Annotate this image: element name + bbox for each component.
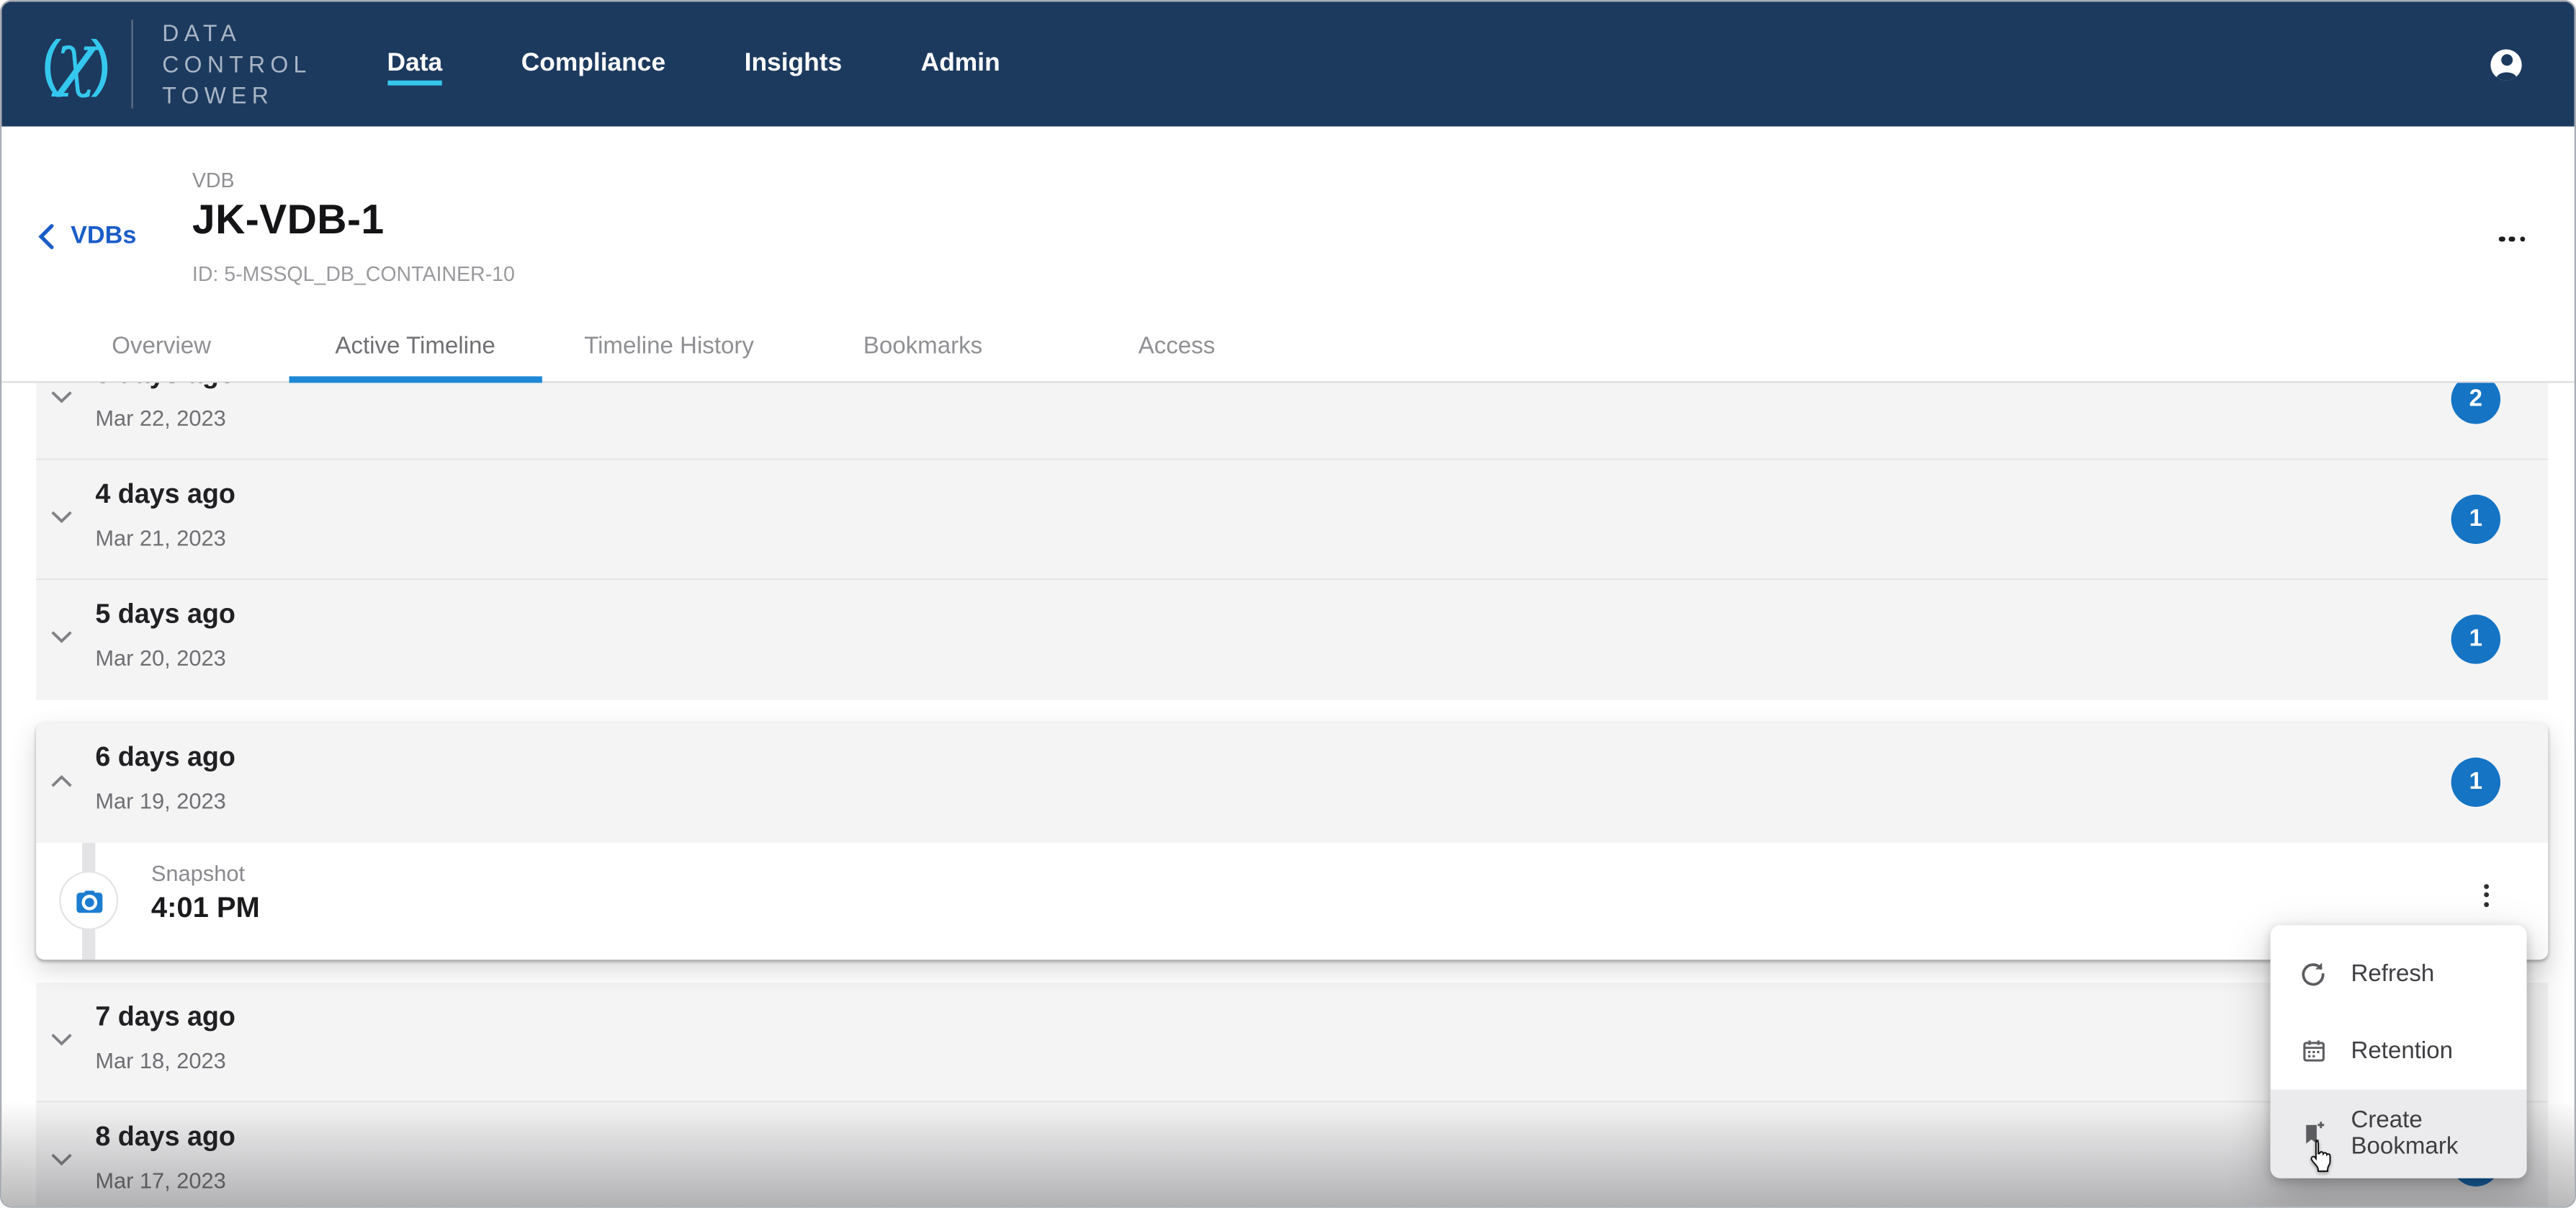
tab-active-timeline[interactable]: Active Timeline: [288, 322, 542, 380]
group-date: Mar 18, 2023: [95, 1047, 226, 1072]
group-date: Mar 20, 2023: [95, 645, 226, 669]
snapshot-context-menu: Refresh Retention Create Bookmark: [2271, 925, 2527, 1178]
brand-wordmark: DATA CONTROL TOWER: [162, 18, 311, 110]
menu-item-create-bookmark[interactable]: Create Bookmark: [2271, 1089, 2527, 1178]
top-navbar: (χ) DATA CONTROL TOWER Data Compliance I…: [1, 1, 2574, 126]
nav-item-compliance[interactable]: Compliance: [521, 1, 665, 126]
page-title: JK-VDB-1: [192, 197, 385, 245]
timeline-group-row[interactable]: 7 days ago Mar 18, 2023: [36, 982, 2548, 1102]
count-badge: 1: [2451, 495, 2500, 544]
nav-item-data[interactable]: Data: [387, 1, 443, 126]
menu-item-label: Retention: [2351, 1038, 2453, 1065]
expanded-timeline-group: 6 days ago Mar 19, 2023 1 Snapshot 4:01 …: [36, 722, 2548, 959]
snapshot-entry-row[interactable]: Snapshot 4:01 PM: [36, 842, 2548, 959]
entry-kind-label: Snapshot: [151, 860, 245, 885]
camera-icon: [71, 883, 106, 918]
snapshot-actions-button[interactable]: [2479, 878, 2494, 912]
chevron-down-icon[interactable]: [49, 629, 73, 645]
brand-divider: [131, 19, 133, 108]
user-avatar-icon[interactable]: [2490, 48, 2521, 79]
timeline-group-row[interactable]: 5 days ago Mar 20, 2023 1: [36, 579, 2548, 699]
group-title: 5 days ago: [95, 599, 235, 630]
primary-nav: Data Compliance Insights Admin: [387, 1, 1000, 126]
menu-item-label: Create Bookmark: [2351, 1108, 2526, 1160]
group-date: Mar 19, 2023: [95, 788, 226, 813]
group-title: 6 days ago: [95, 742, 235, 773]
count-badge: 1: [2451, 758, 2500, 807]
back-label: VDBs: [71, 222, 136, 250]
chevron-left-icon: [37, 223, 54, 249]
count-badge: 2: [2451, 382, 2500, 424]
nav-item-admin[interactable]: Admin: [921, 1, 1000, 126]
menu-item-refresh[interactable]: Refresh: [2271, 935, 2527, 1012]
header-more-actions-button[interactable]: [2492, 230, 2531, 249]
timeline-group-row[interactable]: 3 days ago Mar 22, 2023 2: [36, 382, 2548, 459]
entity-id-label: ID: 5-MSSQL_DB_CONTAINER-10: [192, 263, 515, 286]
timeline-group-row[interactable]: 8 days ago Mar 17, 2023: [36, 1102, 2548, 1208]
chevron-down-icon[interactable]: [49, 1031, 73, 1047]
timeline-group-row[interactable]: 4 days ago Mar 21, 2023 1: [36, 460, 2548, 580]
count-badge: 1: [2451, 614, 2500, 663]
tab-bookmarks[interactable]: Bookmarks: [796, 322, 1049, 380]
tab-bar: Overview Active Timeline Timeline Histor…: [1, 322, 2574, 382]
page-header: VDBs VDB JK-VDB-1 ID: 5-MSSQL_DB_CONTAIN…: [1, 127, 2574, 322]
chevron-up-icon[interactable]: [49, 771, 73, 788]
app-window: (χ) DATA CONTROL TOWER Data Compliance I…: [0, 0, 2576, 1208]
menu-item-retention[interactable]: Retention: [2271, 1012, 2527, 1089]
entry-time-label: 4:01 PM: [151, 890, 260, 924]
group-title: 7 days ago: [95, 1001, 235, 1032]
tab-timeline-history[interactable]: Timeline History: [542, 322, 796, 380]
group-title: 4 days ago: [95, 479, 235, 510]
entity-type-label: VDB: [192, 169, 235, 192]
refresh-icon: [2298, 959, 2328, 988]
delphix-logo-icon: (χ): [41, 24, 108, 104]
back-to-vdbs-link[interactable]: VDBs: [37, 222, 136, 250]
group-date: Mar 17, 2023: [95, 1168, 226, 1192]
calendar-icon: [2298, 1036, 2328, 1065]
brand-line: TOWER: [162, 81, 311, 110]
group-date: Mar 22, 2023: [95, 405, 226, 429]
menu-item-label: Refresh: [2351, 960, 2434, 987]
tab-access[interactable]: Access: [1050, 322, 1303, 380]
bookmark-add-icon: [2298, 1119, 2328, 1149]
group-title: 8 days ago: [95, 1122, 235, 1153]
nav-item-insights[interactable]: Insights: [745, 1, 843, 126]
timeline-group-row[interactable]: 6 days ago Mar 19, 2023 1: [36, 722, 2548, 843]
brand-line: DATA: [162, 18, 311, 48]
brand-line: CONTROL: [162, 49, 311, 79]
group-date: Mar 21, 2023: [95, 525, 226, 550]
snapshot-node: [59, 871, 118, 930]
timeline-list: 3 days ago Mar 22, 2023 2 4 days ago Mar…: [1, 382, 2574, 1208]
chevron-down-icon[interactable]: [49, 1151, 73, 1168]
chevron-down-icon[interactable]: [49, 509, 73, 525]
tab-overview[interactable]: Overview: [35, 322, 288, 380]
chevron-down-icon[interactable]: [49, 389, 73, 406]
group-title: 3 days ago: [95, 382, 235, 390]
